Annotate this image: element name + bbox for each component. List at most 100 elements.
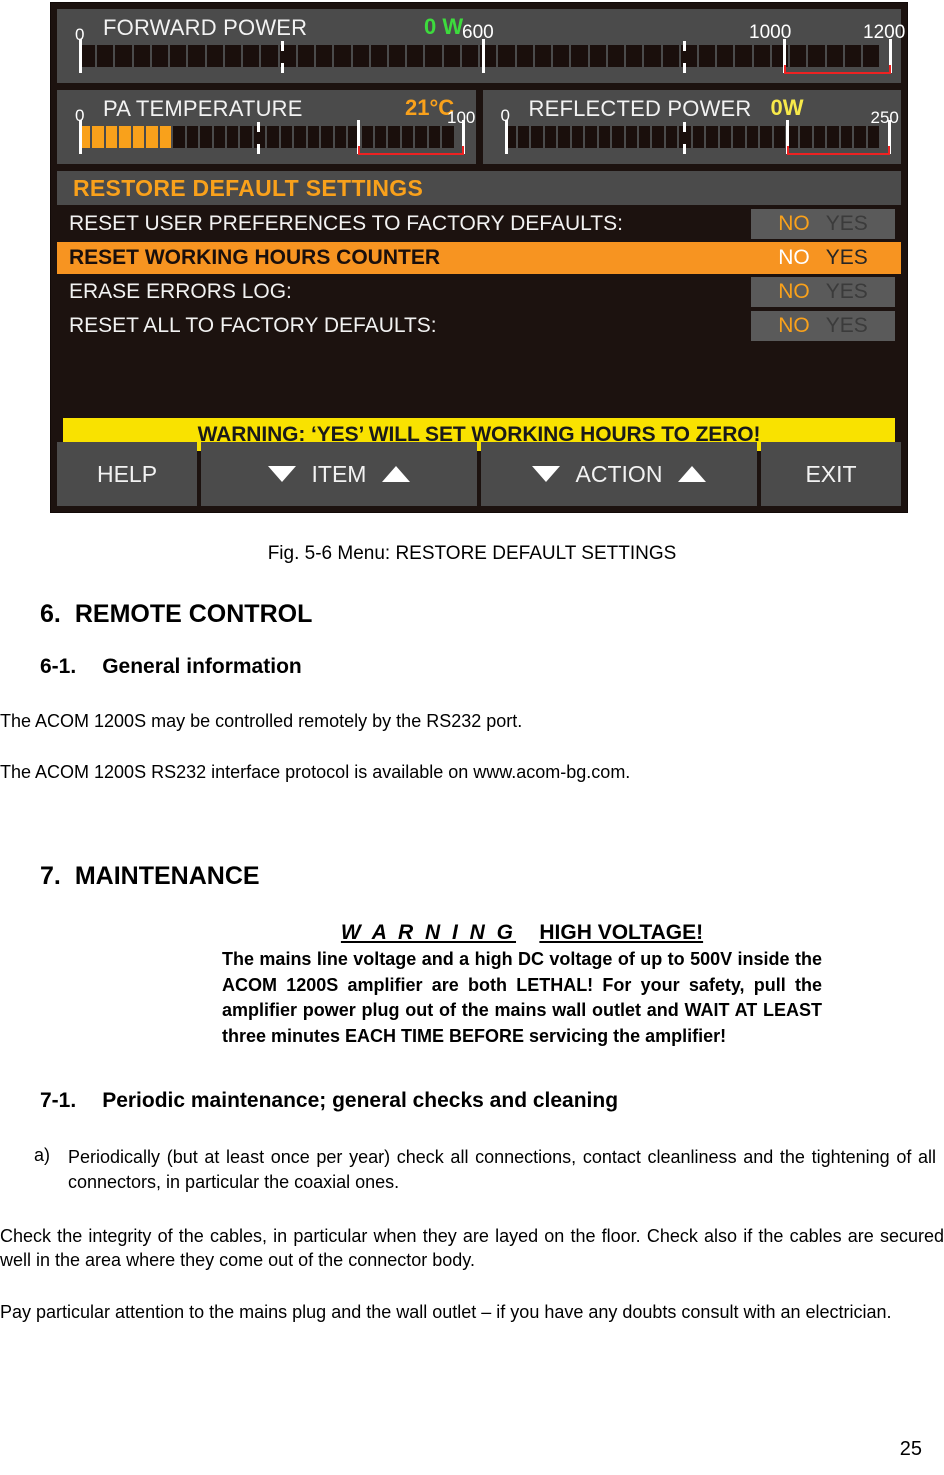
bar-segment: [516, 45, 533, 67]
bar-segment: [213, 126, 225, 148]
softkey-item[interactable]: ITEM: [201, 442, 477, 506]
bar-segment: [443, 45, 460, 67]
bar-segment: [159, 126, 172, 148]
meter-tick-minor-1: [281, 63, 284, 73]
bar-segment: [612, 126, 624, 148]
list-item-text: Periodically (but at least once per year…: [68, 1147, 936, 1192]
menu-title-bar: RESTORE DEFAULT SETTINGS: [57, 171, 901, 205]
menu-row-reset-all-to-factory-defaults[interactable]: RESET ALL TO FACTORY DEFAULTS: NO YES: [57, 310, 901, 342]
meter-forward-power-value: 0 W: [424, 14, 464, 39]
meter-tick-0: [79, 39, 82, 73]
bar-segment: [571, 45, 588, 67]
warning-high-voltage: HIGH VOLTAGE!: [539, 921, 704, 945]
section-7-title: MAINTENANCE: [74, 862, 260, 891]
section-6-heading: 6. REMOTE CONTROL: [40, 600, 944, 629]
bar-segment: [415, 126, 427, 148]
bar-segment: [173, 126, 185, 148]
yes-no-selector[interactable]: NO YES: [751, 209, 895, 239]
high-voltage-warning-block: W A R N I N G HIGH VOLTAGE! The mains li…: [222, 921, 822, 1049]
softkey-help[interactable]: HELP: [57, 442, 197, 506]
bar-segment: [534, 45, 552, 67]
menu-title-text: RESTORE DEFAULT SETTINGS: [73, 174, 424, 201]
bar-segment: [388, 126, 400, 148]
option-no[interactable]: NO: [778, 212, 810, 236]
bar-segment: [261, 45, 278, 67]
bar-segment: [517, 126, 530, 148]
section-6-number: 6.: [40, 600, 61, 628]
triangle-up-icon[interactable]: [382, 466, 411, 482]
bar-segment: [240, 126, 252, 148]
meter-tick-600: [482, 39, 485, 73]
bar-segment: [132, 126, 145, 148]
meter-forward-power-redzone: [784, 65, 891, 74]
bar-segment: [307, 126, 320, 148]
refl-tick-0: [504, 120, 508, 154]
bar-segment: [598, 126, 611, 148]
option-no[interactable]: NO: [778, 246, 810, 270]
meter-reflected-power-bar: [504, 126, 880, 148]
option-no[interactable]: NO: [778, 280, 810, 304]
bar-segment: [186, 126, 199, 148]
figure-caption: Fig. 5-6 Menu: RESTORE DEFAULT SETTINGS: [267, 543, 677, 564]
menu-row-reset-working-hours-counter[interactable]: RESET WORKING HOURS COUNTER NO YES: [57, 242, 901, 274]
yes-no-selector[interactable]: NO YES: [751, 243, 895, 273]
bar-segment: [316, 45, 333, 67]
bar-segment: [442, 126, 454, 148]
yes-no-selector[interactable]: NO YES: [751, 311, 895, 341]
bar-segment: [746, 126, 759, 148]
softkey-action[interactable]: ACTION: [481, 442, 757, 506]
option-yes[interactable]: YES: [826, 280, 868, 304]
bar-segment: [698, 45, 716, 67]
triangle-up-icon[interactable]: [678, 466, 707, 482]
warning-heading: W A R N I N G HIGH VOLTAGE!: [222, 921, 822, 945]
menu-row-label: RESET WORKING HOURS COUNTER: [69, 246, 441, 269]
option-yes[interactable]: YES: [826, 212, 868, 236]
menu-row-erase-errors-log[interactable]: ERASE ERRORS LOG: NO YES: [57, 276, 901, 308]
meter-pa-temperature-redzone: [358, 146, 464, 155]
bar-segment: [589, 45, 606, 67]
bar-segment: [867, 126, 880, 148]
softkey-exit[interactable]: EXIT: [761, 442, 901, 506]
bar-segment: [773, 126, 786, 148]
section-6-para-1: The ACOM 1200S may be controlled remotel…: [0, 711, 523, 731]
menu-empty-area: [57, 344, 901, 414]
bar-segment: [706, 126, 718, 148]
bar-segment: [200, 126, 212, 148]
menu-row-label: RESET ALL TO FACTORY DEFAULTS:: [69, 314, 437, 337]
triangle-down-icon[interactable]: [531, 466, 560, 482]
softkey-help-label: HELP: [96, 460, 158, 487]
option-no[interactable]: NO: [778, 314, 810, 338]
bar-segment: [224, 45, 242, 67]
bar-segment: [146, 126, 158, 148]
temp-tick-mid-b: [257, 122, 260, 132]
bar-segment: [558, 126, 570, 148]
bar-segment: [105, 126, 118, 148]
option-yes[interactable]: YES: [826, 246, 868, 270]
bar-segment: [607, 45, 625, 67]
softkey-row: HELP ITEM ACTION EXIT: [57, 442, 901, 506]
meter-tick-minor-1b: [281, 41, 284, 51]
bar-segment: [294, 126, 306, 148]
bar-segment: [553, 45, 570, 67]
triangle-down-icon[interactable]: [267, 466, 296, 482]
bar-segment: [692, 126, 705, 148]
page-number: 25: [899, 1438, 922, 1460]
bar-segment: [585, 126, 597, 148]
refl-tick-mid-b: [682, 122, 686, 132]
temp-tick-0: [79, 120, 82, 154]
yes-no-selector[interactable]: NO YES: [751, 277, 895, 307]
bar-segment: [840, 126, 853, 148]
menu-row-label: ERASE ERRORS LOG:: [69, 280, 292, 303]
bar-segment: [401, 126, 414, 148]
bar-segment: [787, 126, 799, 148]
section-7-1-number: 7-1.: [40, 1089, 77, 1113]
bar-segment: [760, 126, 772, 148]
bar-segment: [719, 126, 732, 148]
bar-segment: [115, 45, 132, 67]
meter-reflected-power-title: REFLECTED POWER: [528, 96, 752, 121]
section-6-1-heading: 6-1. General information: [40, 655, 944, 679]
option-yes[interactable]: YES: [826, 314, 868, 338]
meter-reflected-power-max-label: 250: [870, 108, 899, 127]
menu-row-reset-user-preferences[interactable]: RESET USER PREFERENCES TO FACTORY DEFAUL…: [57, 208, 901, 240]
